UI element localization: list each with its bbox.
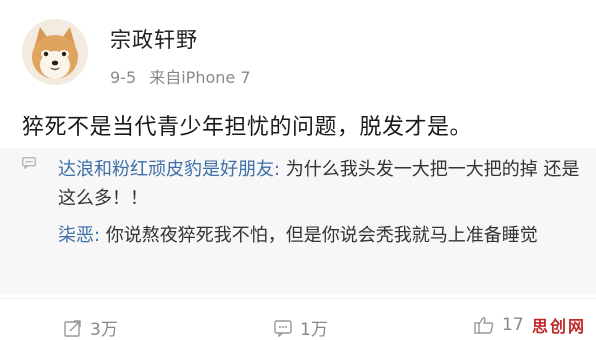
post-time: 9-5 (110, 68, 137, 87)
commenter-name[interactable]: 柒恶 (58, 225, 94, 246)
repost-icon (64, 319, 81, 337)
commenter-name[interactable]: 达浪和粉红顽皮豹是好朋友 (58, 159, 274, 180)
comment-item: 柒恶: 你说熬夜猝死我不怕，但是你说会秃我就马上准备睡觉 (58, 221, 584, 250)
weibo-post: 宗政轩野 9-5 来自iPhone 7 猝死不是当代青少年担忧的问题，脱发才是。… (0, 0, 596, 340)
post-source: 来自iPhone 7 (149, 68, 251, 87)
thumbs-up-icon (474, 317, 494, 334)
like-count: 17 (502, 315, 524, 335)
post-text: 猝死不是当代青少年担忧的问题，脱发才是。 (22, 115, 473, 140)
repost-count: 3万 (90, 320, 118, 340)
comment-item: 达浪和粉红顽皮豹是好朋友: 为什么我头发一大把一大把的掉 还是这么多！！ (58, 155, 584, 213)
comment-icon (274, 319, 292, 337)
author-name[interactable]: 宗政轩野 (110, 24, 198, 54)
comment-text: 你说熬夜猝死我不怕，但是你说会秃我就马上准备睡觉 (105, 225, 538, 246)
avatar[interactable] (22, 19, 88, 85)
post-meta: 9-5 来自iPhone 7 (110, 64, 251, 88)
comment-count: 1万 (300, 320, 328, 340)
comment-bubble-icon (22, 157, 36, 169)
commenter-separator: : (274, 159, 286, 180)
comment-button[interactable]: 1万 (274, 315, 328, 340)
action-bar: 3万 1万 17 (0, 298, 596, 340)
commenter-separator: : (94, 225, 106, 246)
repost-button[interactable]: 3万 (64, 315, 118, 340)
shiba-dog-icon (22, 19, 88, 85)
watermark: 思创网 (531, 317, 586, 336)
comment-section: 达浪和粉红顽皮豹是好朋友: 为什么我头发一大把一大把的掉 还是这么多！！ 柒恶:… (0, 148, 596, 294)
like-button[interactable]: 17 (474, 315, 524, 335)
